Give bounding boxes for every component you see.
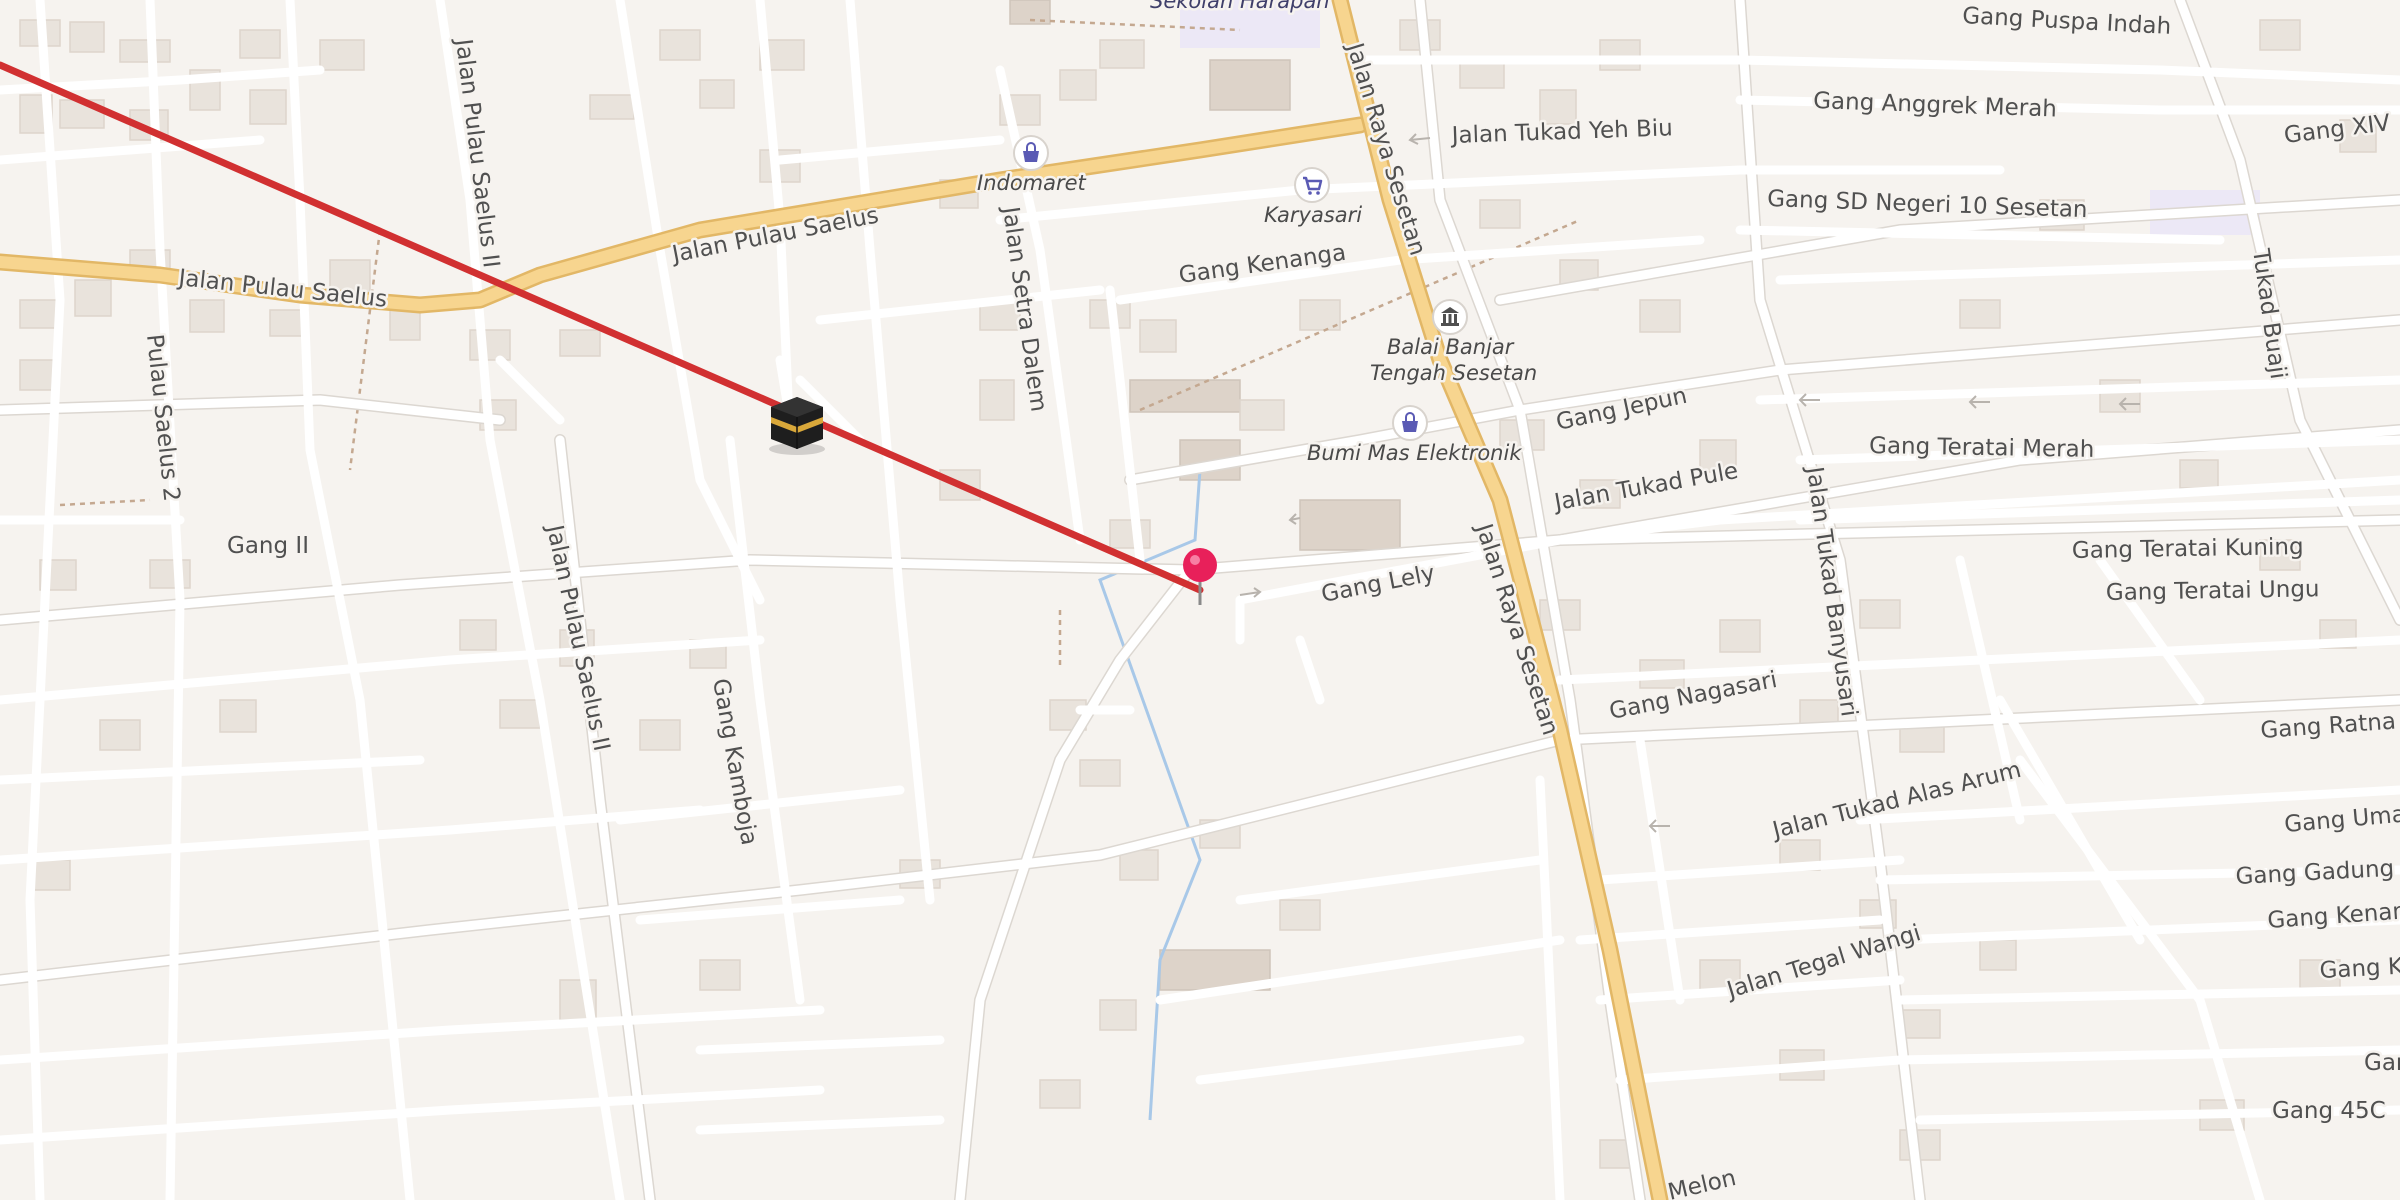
road-label-gang-45c: Gang 45C bbox=[2272, 1098, 2386, 1124]
road-label-gang-teratai-kuning: Gang Teratai Kuning bbox=[2072, 534, 2304, 564]
road-label-gang-ii: Gang II bbox=[227, 533, 309, 559]
map-canvas[interactable]: Jalan Pulau Saelus Jalan Pulau Saelus Ja… bbox=[0, 0, 2400, 1200]
poi-label-indomaret: Indomaret bbox=[977, 171, 1087, 195]
poi-label-karyasari: Karyasari bbox=[1264, 203, 1362, 227]
road-label-gang-teratai-ungu: Gang Teratai Ungu bbox=[2106, 576, 2320, 606]
kaaba-icon[interactable] bbox=[769, 397, 825, 455]
poi-label-balai-banjar-1: Balai Banjar bbox=[1387, 335, 1515, 359]
road-label-gang-teratai-merah: Gang Teratai Merah bbox=[1869, 433, 2095, 463]
road-label-gan: Gan bbox=[2364, 1050, 2400, 1076]
poi-label-sekolah-harapan: Sekolah Harapan bbox=[1150, 0, 1330, 13]
poi-label-balai-banjar-2: Tengah Sesetan bbox=[1370, 361, 1537, 385]
road-label-gang-k: Gang K bbox=[2319, 954, 2400, 984]
shopping-bag-icon bbox=[1013, 135, 1049, 171]
poi-sekolah-harapan[interactable]: Sekolah Harapan bbox=[1148, 0, 1333, 16]
shopping-cart-icon bbox=[1294, 167, 1330, 203]
poi-label-bumi-mas: Bumi Mas Elektronik bbox=[1307, 441, 1522, 465]
town-hall-icon bbox=[1432, 299, 1468, 335]
shopping-bag-icon bbox=[1392, 405, 1428, 441]
